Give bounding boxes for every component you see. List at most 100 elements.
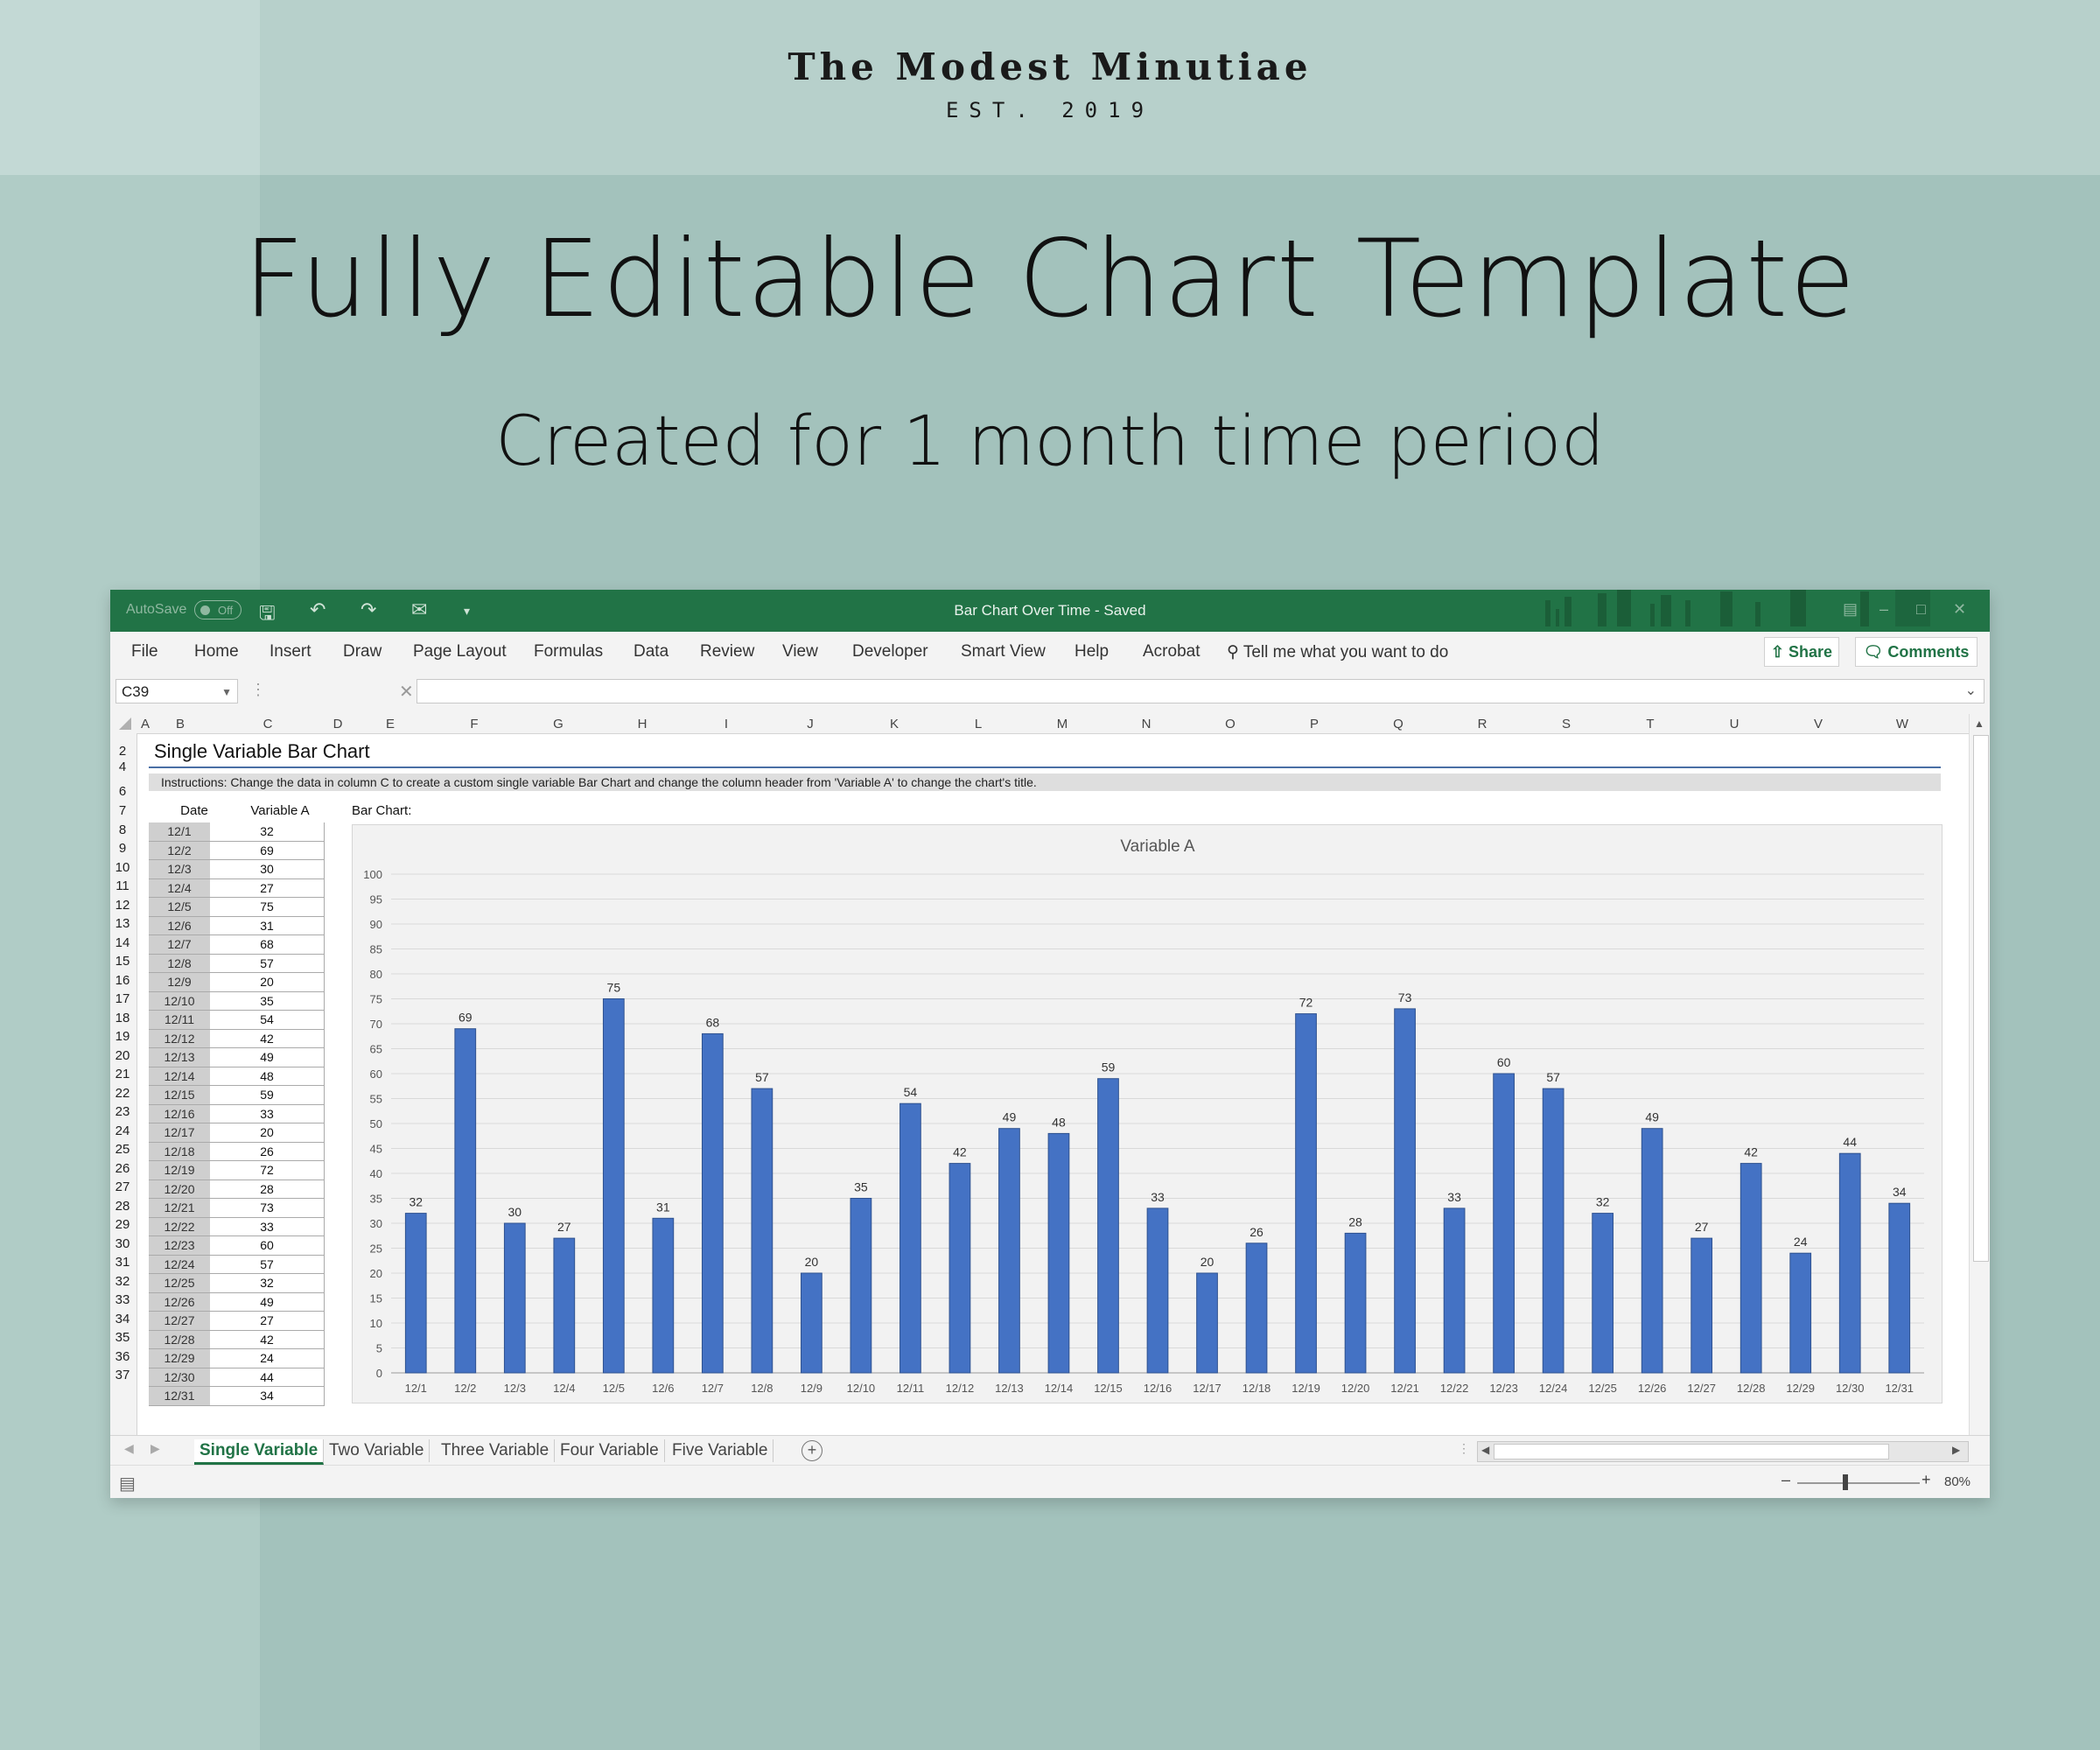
column-header[interactable]: K bbox=[877, 717, 912, 732]
value-cell[interactable]: 69 bbox=[210, 841, 325, 860]
bar[interactable] bbox=[850, 1198, 872, 1374]
zoom-out-button[interactable]: – bbox=[1782, 1471, 1790, 1489]
column-header[interactable]: C bbox=[250, 717, 285, 732]
date-cell[interactable]: 12/17 bbox=[149, 1124, 210, 1143]
row-header[interactable]: 18 bbox=[110, 1011, 135, 1026]
date-cell[interactable]: 12/21 bbox=[149, 1199, 210, 1218]
row-header[interactable]: 23 bbox=[110, 1104, 135, 1119]
sheet-tab-five-variable[interactable]: Five Variable bbox=[667, 1439, 774, 1462]
value-cell[interactable]: 59 bbox=[210, 1086, 325, 1105]
name-box[interactable]: C39 ▼ bbox=[116, 679, 238, 704]
row-header[interactable]: 31 bbox=[110, 1255, 135, 1270]
row-header[interactable]: 37 bbox=[110, 1368, 135, 1382]
row-header[interactable]: 9 bbox=[110, 841, 135, 856]
date-cell[interactable]: 12/30 bbox=[149, 1368, 210, 1387]
date-cell[interactable]: 12/27 bbox=[149, 1312, 210, 1331]
bar-chart[interactable]: Variable A 0 5 10 15 20 25 30 35 40 45 50 55 60 65 70 75… bbox=[352, 824, 1942, 1404]
value-cell[interactable]: 75 bbox=[210, 898, 325, 917]
date-cell[interactable]: 12/3 bbox=[149, 860, 210, 879]
comments-button[interactable]: 🗨 Comments bbox=[1855, 637, 1978, 667]
horizontal-scrollbar[interactable]: ◀ ▶ bbox=[1477, 1441, 1969, 1462]
value-cell[interactable]: 30 bbox=[210, 860, 325, 879]
bar[interactable] bbox=[751, 1088, 774, 1374]
bar[interactable] bbox=[1690, 1237, 1713, 1374]
tab-data[interactable]: Data bbox=[634, 642, 668, 662]
column-header[interactable]: B bbox=[163, 717, 198, 732]
bar[interactable] bbox=[1295, 1013, 1317, 1374]
date-cell[interactable]: 12/6 bbox=[149, 916, 210, 935]
bar[interactable] bbox=[1146, 1208, 1169, 1374]
date-cell[interactable]: 12/7 bbox=[149, 935, 210, 955]
column-header[interactable]: Q bbox=[1381, 717, 1416, 732]
row-header[interactable]: 12 bbox=[110, 898, 135, 913]
bar[interactable] bbox=[1097, 1078, 1119, 1374]
date-cell[interactable]: 12/19 bbox=[149, 1161, 210, 1180]
date-cell[interactable]: 12/20 bbox=[149, 1180, 210, 1199]
date-cell[interactable]: 12/13 bbox=[149, 1048, 210, 1068]
row-header[interactable]: 20 bbox=[110, 1048, 135, 1063]
row-header[interactable]: 25 bbox=[110, 1142, 135, 1157]
column-header[interactable]: A bbox=[128, 717, 163, 732]
value-cell[interactable]: 42 bbox=[210, 1330, 325, 1349]
expand-formula-icon[interactable]: ⌄ bbox=[1965, 682, 1977, 699]
row-header[interactable]: 2 bbox=[110, 744, 135, 759]
date-cell[interactable]: 12/16 bbox=[149, 1104, 210, 1124]
row-header[interactable]: 17 bbox=[110, 991, 135, 1006]
tell-me-search[interactable]: ⚲ Tell me what you want to do bbox=[1227, 642, 1448, 662]
value-cell[interactable]: 44 bbox=[210, 1368, 325, 1387]
bar[interactable] bbox=[1245, 1242, 1268, 1374]
value-cell[interactable]: 73 bbox=[210, 1199, 325, 1218]
bar[interactable] bbox=[998, 1128, 1020, 1374]
ribbon-display-icon[interactable]: ▤ bbox=[1843, 600, 1858, 619]
bar[interactable] bbox=[701, 1032, 724, 1374]
bar[interactable] bbox=[1740, 1163, 1762, 1374]
column-header[interactable]: O bbox=[1213, 717, 1248, 732]
date-cell[interactable]: 12/4 bbox=[149, 878, 210, 898]
date-cell[interactable]: 12/31 bbox=[149, 1387, 210, 1406]
column-header[interactable]: V bbox=[1801, 717, 1836, 732]
bar[interactable] bbox=[1394, 1008, 1416, 1374]
row-header[interactable]: 35 bbox=[110, 1330, 135, 1345]
bar[interactable] bbox=[1592, 1213, 1614, 1374]
bar[interactable] bbox=[602, 998, 625, 1374]
tab-home[interactable]: Home bbox=[194, 642, 239, 662]
value-cell[interactable]: 42 bbox=[210, 1029, 325, 1048]
value-cell[interactable]: 32 bbox=[210, 1274, 325, 1293]
column-header[interactable]: N bbox=[1129, 717, 1164, 732]
sheet-tab-two-variable[interactable]: Two Variable bbox=[324, 1439, 430, 1462]
column-header[interactable]: I bbox=[709, 717, 744, 732]
value-cell[interactable]: 34 bbox=[210, 1387, 325, 1406]
date-cell[interactable]: 12/25 bbox=[149, 1274, 210, 1293]
row-header[interactable]: 15 bbox=[110, 954, 135, 969]
date-cell[interactable]: 12/22 bbox=[149, 1217, 210, 1236]
close-icon[interactable]: ✕ bbox=[1953, 600, 1966, 619]
bar[interactable] bbox=[553, 1237, 576, 1374]
row-header[interactable]: 24 bbox=[110, 1124, 135, 1138]
zoom-slider-knob[interactable] bbox=[1843, 1474, 1848, 1490]
zoom-slider-track[interactable] bbox=[1797, 1482, 1920, 1484]
value-cell[interactable]: 27 bbox=[210, 878, 325, 898]
value-cell[interactable]: 20 bbox=[210, 1124, 325, 1143]
row-header[interactable]: 11 bbox=[110, 878, 135, 893]
row-header[interactable]: 10 bbox=[110, 860, 135, 875]
tab-page-layout[interactable]: Page Layout bbox=[413, 642, 507, 662]
value-cell[interactable]: 72 bbox=[210, 1161, 325, 1180]
formula-input[interactable]: ⌄ bbox=[416, 679, 1984, 704]
date-cell[interactable]: 12/8 bbox=[149, 954, 210, 973]
value-cell[interactable]: 57 bbox=[210, 954, 325, 973]
tab-file[interactable]: File bbox=[131, 642, 158, 662]
maximize-icon[interactable]: □ bbox=[1916, 600, 1926, 619]
sheet-tab-single-variable[interactable]: Single Variable bbox=[194, 1439, 325, 1465]
column-header[interactable]: G bbox=[541, 717, 576, 732]
next-sheet-icon[interactable]: ▶ bbox=[150, 1441, 160, 1456]
row-header[interactable]: 16 bbox=[110, 973, 135, 988]
row-header[interactable]: 33 bbox=[110, 1292, 135, 1307]
tab-draw[interactable]: Draw bbox=[343, 642, 382, 662]
row-header[interactable]: 8 bbox=[110, 822, 135, 837]
row-header[interactable]: 28 bbox=[110, 1199, 135, 1214]
row-header[interactable]: 26 bbox=[110, 1161, 135, 1176]
row-header[interactable]: 34 bbox=[110, 1312, 135, 1326]
chevron-down-icon[interactable]: ▼ bbox=[221, 680, 232, 704]
value-cell[interactable]: 32 bbox=[210, 822, 325, 842]
value-cell[interactable]: 48 bbox=[210, 1067, 325, 1086]
